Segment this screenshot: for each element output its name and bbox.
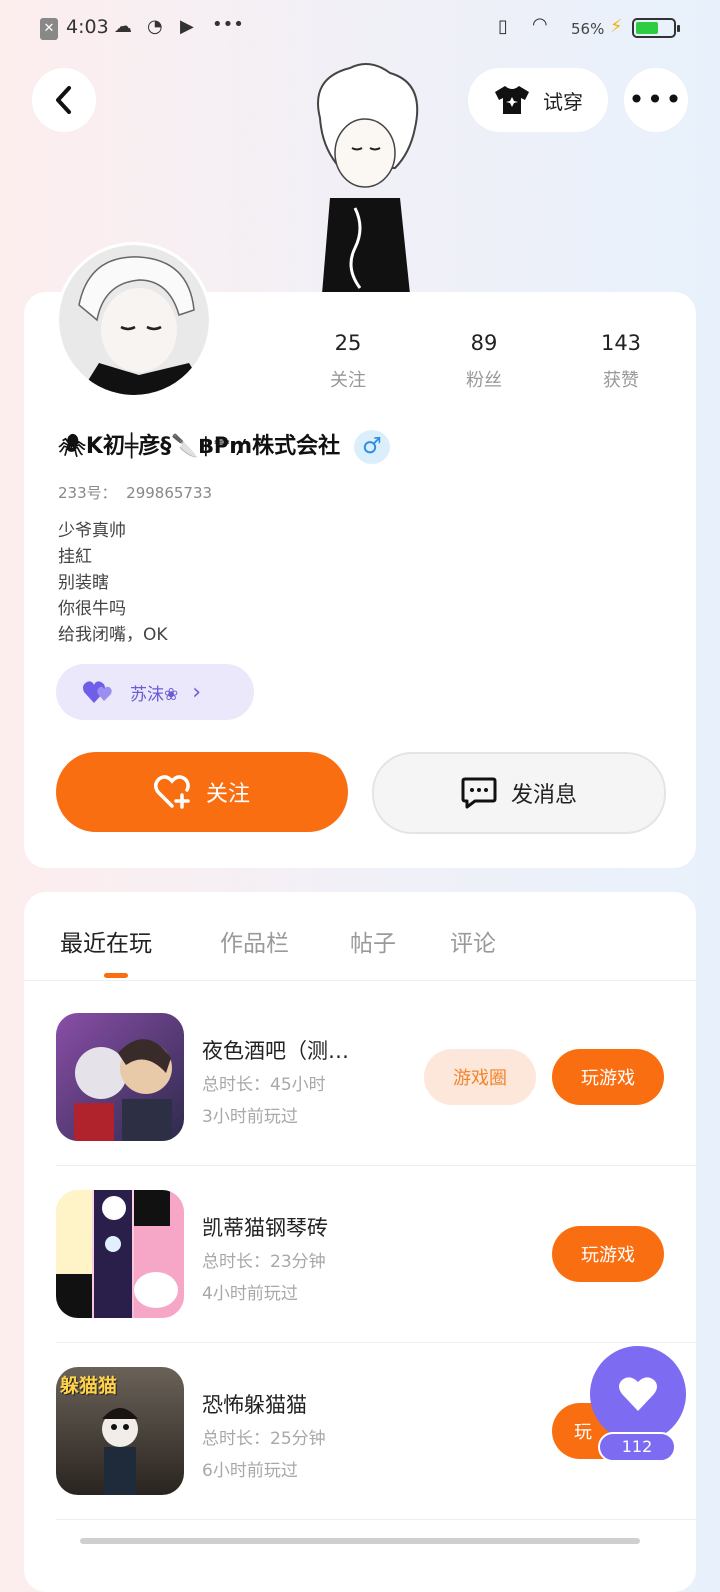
tab-posts[interactable]: 帖子 bbox=[350, 924, 396, 958]
like-count-badge: 112 bbox=[598, 1432, 676, 1462]
more-options-button[interactable]: ••• bbox=[624, 68, 688, 132]
heart-plus-icon bbox=[153, 775, 190, 809]
vibrate-icon: ▯ bbox=[498, 16, 508, 37]
back-button[interactable] bbox=[32, 68, 96, 132]
username: 🕷K初╪彦§🔪฿₱₥株式会社 bbox=[58, 434, 341, 459]
message-label: 发消息 bbox=[510, 783, 577, 808]
try-on-label: 试穿 bbox=[543, 89, 583, 114]
follow-label: 关注 bbox=[205, 782, 250, 807]
row-divider bbox=[56, 1519, 696, 1520]
game-last-played: 6小时前玩过 bbox=[202, 1461, 298, 1481]
more-dots-icon: ••• bbox=[212, 14, 244, 35]
user-id[interactable]: 233号： 299865733 bbox=[58, 482, 212, 503]
male-icon: ♂ bbox=[362, 434, 382, 459]
clock: 4:03 bbox=[66, 16, 109, 38]
bio-line: 别装瞎 bbox=[58, 573, 109, 593]
game-title: 夜色酒吧（测… bbox=[202, 1039, 349, 1063]
tab-comments[interactable]: 评论 bbox=[450, 924, 496, 958]
scroll-peek-bar bbox=[80, 1538, 640, 1544]
speed-icon: ◔ bbox=[147, 16, 163, 37]
fans-label: 粉丝 bbox=[466, 370, 502, 391]
more-dots-icon: ••• bbox=[628, 83, 684, 116]
bio-line: 少爷真帅 bbox=[58, 521, 126, 541]
follow-button[interactable]: 关注 bbox=[56, 752, 348, 832]
chevron-right-icon: › bbox=[192, 679, 202, 705]
game-duration: 总时长：25分钟 bbox=[202, 1429, 326, 1449]
notification-close-icon: ✕ bbox=[40, 18, 58, 40]
hearts-icon bbox=[83, 681, 112, 703]
avatar-figure-image bbox=[300, 58, 430, 294]
game-icon bbox=[56, 1190, 184, 1318]
bio-line: 挂紅 bbox=[58, 547, 92, 567]
fans-count[interactable]: 89 bbox=[434, 331, 534, 355]
battery-icon bbox=[632, 18, 680, 38]
game-duration: 总时长：23分钟 bbox=[202, 1252, 326, 1272]
status-bar: ✕ 4:03 ☁ ◔ ▶ ••• ▯ ◠ 56% ⚡ bbox=[0, 0, 720, 58]
game-duration: 总时长：45小时 bbox=[202, 1075, 326, 1095]
game-icon-text: 躲猫猫 bbox=[60, 1375, 118, 1397]
play-game-button[interactable]: 玩游戏 bbox=[552, 1226, 664, 1282]
bio: 少爷真帅 挂紅 别装瞎 你很牛吗 给我闭嘴，OK bbox=[58, 518, 168, 648]
following-count[interactable]: 25 bbox=[298, 331, 398, 355]
heart-icon bbox=[619, 1377, 657, 1411]
try-on-button[interactable]: 试穿 bbox=[468, 68, 608, 132]
companion-tag[interactable]: 苏沫❀ › bbox=[56, 664, 254, 720]
cloud-icon: ☁ bbox=[114, 16, 132, 37]
row-divider bbox=[56, 1342, 696, 1343]
game-icon bbox=[56, 1013, 184, 1141]
row-divider bbox=[56, 1165, 696, 1166]
floating-like-button[interactable] bbox=[590, 1346, 686, 1442]
chat-bubble-icon bbox=[461, 777, 497, 809]
charging-icon: ⚡ bbox=[610, 16, 623, 37]
following-label: 关注 bbox=[330, 370, 366, 391]
game-title: 恐怖躲猫猫 bbox=[202, 1393, 307, 1417]
play-game-button[interactable]: 玩游戏 bbox=[552, 1049, 664, 1105]
video-icon: ▶ bbox=[180, 16, 194, 37]
bio-line: 给我闭嘴，OK bbox=[58, 625, 168, 645]
bio-line: 你很牛吗 bbox=[58, 599, 126, 619]
likes-label: 获赞 bbox=[603, 370, 639, 391]
gender-badge: ♂ bbox=[354, 430, 390, 464]
game-icon: 躲猫猫 bbox=[56, 1367, 184, 1495]
send-message-button[interactable]: 发消息 bbox=[372, 752, 666, 834]
tab-recent-playing[interactable]: 最近在玩 bbox=[60, 924, 152, 958]
game-last-played: 4小时前玩过 bbox=[202, 1284, 298, 1304]
back-arrow-icon bbox=[56, 86, 71, 114]
list-item[interactable]: 夜色酒吧（测… 总时长：45小时 3小时前玩过 游戏圈 玩游戏 bbox=[0, 1013, 720, 1141]
game-title: 凯蒂猫钢琴砖 bbox=[202, 1216, 328, 1240]
tab-works[interactable]: 作品栏 bbox=[220, 924, 289, 958]
tabs-divider bbox=[24, 980, 696, 981]
list-item[interactable]: 凯蒂猫钢琴砖 总时长：23分钟 4小时前玩过 玩游戏 bbox=[0, 1190, 720, 1318]
companion-name: 苏沫❀ bbox=[130, 684, 179, 705]
likes-count[interactable]: 143 bbox=[571, 331, 671, 355]
wifi-icon: ◠ bbox=[532, 14, 548, 35]
active-tab-indicator bbox=[104, 973, 128, 978]
game-last-played: 3小时前玩过 bbox=[202, 1107, 298, 1127]
game-circle-button[interactable]: 游戏圈 bbox=[424, 1049, 536, 1105]
tshirt-icon bbox=[495, 86, 529, 114]
avatar[interactable] bbox=[56, 242, 212, 398]
battery-percent: 56% bbox=[571, 20, 605, 38]
